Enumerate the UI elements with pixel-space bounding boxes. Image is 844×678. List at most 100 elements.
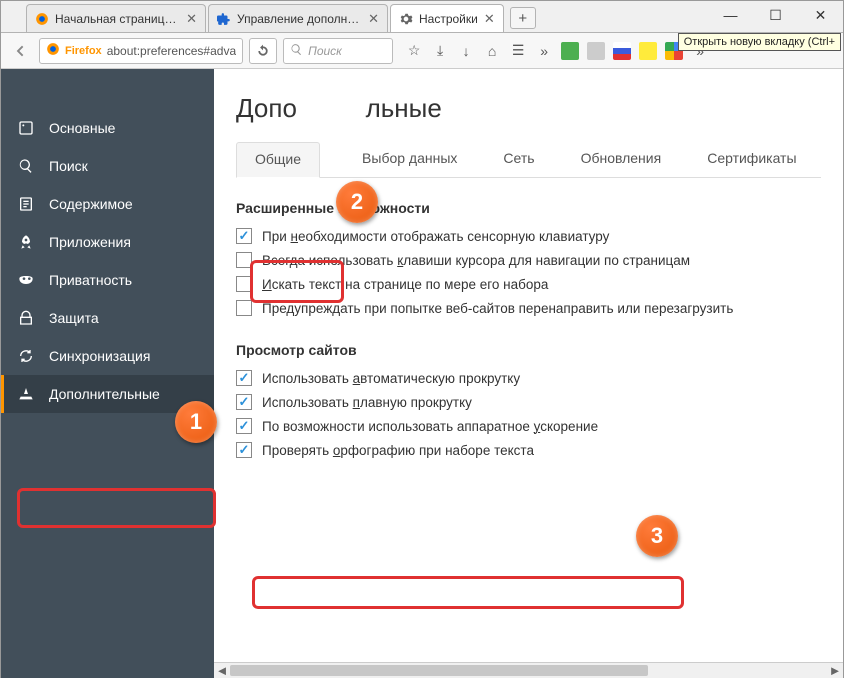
checkbox-icon[interactable]	[236, 276, 252, 292]
annotation-badge-2: 2	[336, 181, 378, 223]
browser-tab-start[interactable]: Начальная страница ... ✕	[26, 4, 206, 32]
lock-icon	[17, 309, 35, 327]
rocket-icon	[17, 233, 35, 251]
gear-icon	[399, 12, 413, 26]
window-maximize-button[interactable]: ☐	[753, 1, 798, 29]
window-minimize-button[interactable]: —	[708, 1, 753, 29]
checkbox-icon[interactable]	[236, 442, 252, 458]
subtab-updates[interactable]: Обновления	[577, 142, 666, 177]
checkbox-icon[interactable]	[236, 418, 252, 434]
subtab-certs[interactable]: Сертификаты	[703, 142, 800, 177]
close-icon[interactable]: ✕	[484, 11, 495, 27]
scroll-thumb[interactable]	[230, 665, 648, 676]
sidebar-item-label: Приватность	[49, 272, 132, 288]
sidebar-item-label: Основные	[49, 120, 115, 136]
checkbox-icon[interactable]	[236, 300, 252, 316]
tooltip-newtab: Открыть новую вкладку (Ctrl+	[678, 33, 841, 51]
browser-tab-addons[interactable]: Управление дополнен... ✕	[208, 4, 388, 32]
hat-icon	[17, 385, 35, 403]
checkbox-label: Использовать плавную прокрутку	[262, 395, 472, 410]
search-icon	[17, 157, 35, 175]
sidebar-item-label: Защита	[49, 310, 99, 326]
sidebar-item-label: Приложения	[49, 234, 131, 250]
tab-label: Начальная страница ...	[55, 12, 180, 26]
tab-label: Настройки	[419, 12, 478, 26]
ext-badge[interactable]	[611, 38, 633, 64]
checkbox-warn-redirect[interactable]: Предупреждать при попытке веб-сайтов пер…	[236, 296, 821, 320]
scroll-right-icon[interactable]: ►	[827, 663, 843, 678]
sidebar-item-content[interactable]: Содержимое	[1, 185, 214, 223]
checkbox-label: Использовать автоматическую прокрутку	[262, 371, 520, 386]
document-icon	[17, 195, 35, 213]
checkbox-label: Искать текст на странице по мере его наб…	[262, 277, 548, 292]
back-button[interactable]	[7, 38, 33, 64]
ext-badge[interactable]	[559, 38, 581, 64]
checkbox-label: При необходимости отображать сенсорную к…	[262, 229, 609, 244]
ext-badge[interactable]	[585, 38, 607, 64]
checkbox-find-as-type[interactable]: Искать текст на странице по мере его наб…	[236, 272, 821, 296]
window-close-button[interactable]: ✕	[798, 1, 843, 29]
annotation-badge-3: 3	[636, 515, 678, 557]
bookmark-icon[interactable]: ☆	[403, 38, 425, 64]
checkbox-icon[interactable]	[236, 370, 252, 386]
sidebar-item-apps[interactable]: Приложения	[1, 223, 214, 261]
checkbox-cursor-keys[interactable]: Всегда использовать клавиши курсора для …	[236, 248, 821, 272]
main-area: Основные Поиск Содержимое Приложения При…	[1, 69, 843, 678]
checkbox-label: По возможности использовать аппаратное у…	[262, 419, 598, 434]
section-heading-accessibility: Расширенные возможности	[236, 200, 821, 216]
checkbox-autoscroll[interactable]: Использовать автоматическую прокрутку	[236, 366, 821, 390]
subtab-data[interactable]: Выбор данных	[358, 142, 461, 177]
sidebar-item-privacy[interactable]: Приватность	[1, 261, 214, 299]
firefox-icon	[35, 12, 49, 26]
home-icon[interactable]: ⌂	[481, 38, 503, 64]
sidebar-item-security[interactable]: Защита	[1, 299, 214, 337]
browser-tab-settings[interactable]: Настройки ✕	[390, 4, 504, 32]
preferences-sidebar: Основные Поиск Содержимое Приложения При…	[1, 69, 214, 678]
mask-icon	[17, 271, 35, 289]
sidebar-item-label: Поиск	[49, 158, 88, 174]
firefox-icon	[46, 42, 60, 59]
subtab-general[interactable]: Общие	[236, 142, 320, 178]
subtab-network[interactable]: Сеть	[499, 142, 538, 177]
advanced-subtabs: Общие Выбор данных Сеть Обновления Серти…	[236, 142, 821, 178]
overflow-icon[interactable]: »	[533, 38, 555, 64]
checkbox-icon[interactable]	[236, 252, 252, 268]
checkbox-label: Предупреждать при попытке веб-сайтов пер…	[262, 301, 733, 316]
search-bar[interactable]: Поиск	[283, 38, 393, 64]
close-icon[interactable]: ✕	[368, 11, 379, 27]
sync-icon	[17, 347, 35, 365]
sidebar-item-sync[interactable]: Синхронизация	[1, 337, 214, 375]
sidebar-item-label: Синхронизация	[49, 348, 150, 364]
new-tab-button[interactable]: +	[510, 7, 536, 29]
self-icon[interactable]: ⤓	[429, 38, 451, 64]
section-heading-browsing: Просмотр сайтов	[236, 342, 821, 358]
annotation-badge-1: 1	[175, 401, 217, 443]
checkbox-icon[interactable]	[236, 228, 252, 244]
tab-label: Управление дополнен...	[237, 12, 362, 26]
url-bar[interactable]: Firefox about:preferences#adva	[39, 38, 243, 64]
checkbox-touch-keyboard[interactable]: При необходимости отображать сенсорную к…	[236, 224, 821, 248]
checkbox-spellcheck[interactable]: Проверять орфографию при наборе текста	[236, 438, 821, 462]
scroll-track[interactable]	[230, 663, 827, 678]
menu-icon[interactable]: ☰	[507, 38, 529, 64]
downloads-icon[interactable]: ↓	[455, 38, 477, 64]
scroll-left-icon[interactable]: ◄	[214, 663, 230, 678]
search-icon	[290, 43, 303, 59]
sidebar-item-general[interactable]: Основные	[1, 109, 214, 147]
reload-button[interactable]	[249, 38, 277, 64]
checkbox-icon[interactable]	[236, 394, 252, 410]
horizontal-scrollbar[interactable]: ◄ ►	[214, 662, 843, 678]
sidebar-item-label: Дополнительные	[49, 386, 160, 402]
preferences-content: Дополнительные Общие Выбор данных Сеть О…	[214, 69, 843, 678]
search-placeholder: Поиск	[308, 44, 342, 58]
checkbox-hw-accel[interactable]: По возможности использовать аппаратное у…	[236, 414, 821, 438]
urlbar-url: about:preferences#adva	[107, 44, 236, 58]
sidebar-item-search[interactable]: Поиск	[1, 147, 214, 185]
close-icon[interactable]: ✕	[186, 11, 197, 27]
ext-badge[interactable]	[637, 38, 659, 64]
urlbar-brand: Firefox	[65, 45, 102, 57]
checkbox-label: Проверять орфографию при наборе текста	[262, 443, 534, 458]
puzzle-icon	[217, 12, 231, 26]
page-title: Дополнительные	[236, 93, 821, 124]
checkbox-smoothscroll[interactable]: Использовать плавную прокрутку	[236, 390, 821, 414]
